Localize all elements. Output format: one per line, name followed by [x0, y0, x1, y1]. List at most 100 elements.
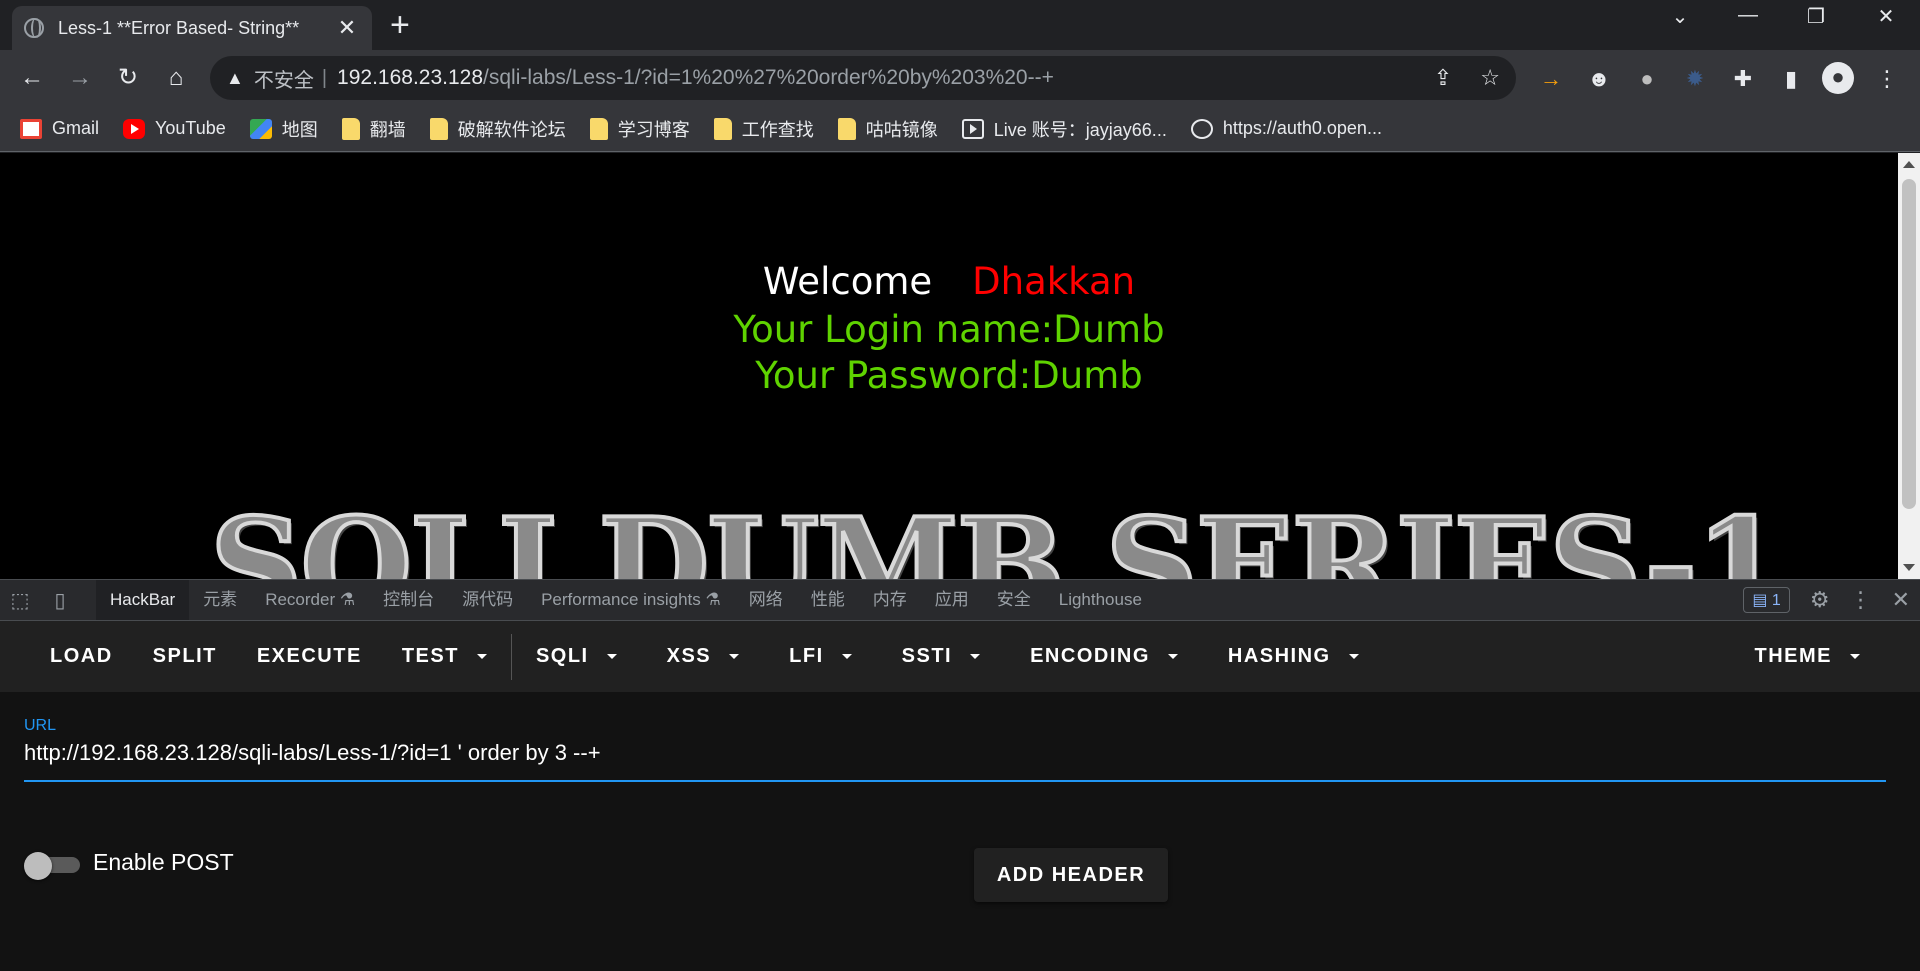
inspect-icon[interactable]: ⬚: [0, 588, 40, 613]
url-input[interactable]: http://192.168.23.128/sqli-labs/Less-1/?…: [24, 740, 601, 766]
split-button[interactable]: SPLIT: [133, 634, 237, 680]
window-close-button[interactable]: ✕: [1866, 4, 1906, 29]
browser-window: Less-1 **Error Based- String** ✕ + ⌄ — ❐…: [0, 0, 1920, 971]
sqli-dropdown[interactable]: SQLI: [516, 634, 637, 680]
bookmark-folder[interactable]: 咕咕镜像: [837, 116, 938, 142]
tab-close-icon[interactable]: ✕: [334, 15, 360, 41]
extensions-puzzle-icon[interactable]: ✚: [1728, 64, 1758, 94]
caret-down-icon: [1348, 654, 1359, 659]
bookmark-folder[interactable]: 破解软件论坛: [429, 116, 566, 142]
back-button[interactable]: ←: [16, 62, 48, 94]
address-bar[interactable]: ▲ 不安全 | 192.168.23.128 /sqli-labs/Less-1…: [210, 56, 1516, 100]
add-header-button[interactable]: ADD HEADER: [974, 848, 1168, 902]
encoding-dropdown[interactable]: ENCODING: [1010, 634, 1198, 680]
warning-icon[interactable]: ▲: [226, 68, 244, 89]
theme-dropdown[interactable]: THEME: [1735, 634, 1881, 680]
globe-icon: [24, 18, 44, 38]
bookmark-folder[interactable]: 翻墙: [341, 116, 406, 142]
url-host[interactable]: 192.168.23.128: [337, 66, 483, 90]
profile-avatar-icon[interactable]: ●: [1822, 62, 1854, 94]
tab-recorder[interactable]: Recorder ⚗: [251, 580, 369, 620]
folder-icon: [429, 117, 448, 140]
settings-gear-icon[interactable]: ⚙: [1810, 587, 1830, 613]
toolbar-divider: [510, 633, 512, 680]
tab-search-icon[interactable]: ⌄: [1660, 4, 1700, 29]
browser-toolbar: ← → ↻ ⌂ ▲ 不安全 | 192.168.23.128 /sqli-lab…: [0, 50, 1920, 106]
test-dropdown[interactable]: TEST: [382, 634, 507, 680]
tab-sources[interactable]: 源代码: [448, 580, 527, 620]
caret-down-icon: [841, 654, 852, 659]
tab-application[interactable]: 应用: [921, 580, 983, 620]
bookmark-folder[interactable]: 工作查找: [713, 116, 814, 142]
url-path[interactable]: /sqli-labs/Less-1/?id=1%20%27%20order%20…: [483, 66, 1054, 90]
bookmark-folder[interactable]: 学习博客: [589, 116, 690, 142]
tab-memory[interactable]: 内存: [859, 580, 921, 620]
tab-performance[interactable]: 性能: [797, 580, 859, 620]
extension-sphere-icon[interactable]: ●: [1632, 64, 1662, 94]
load-button[interactable]: LOAD: [30, 634, 133, 680]
page-scrollbar[interactable]: [1898, 153, 1920, 579]
tab-performance-insights[interactable]: Performance insights ⚗: [527, 580, 735, 620]
extension-arrow-icon[interactable]: →: [1536, 64, 1566, 94]
caret-down-icon: [729, 654, 740, 659]
side-panel-icon[interactable]: ▮: [1776, 64, 1806, 94]
caret-down-icon: [606, 654, 617, 659]
bookmark-openai[interactable]: https://auth0.open...: [1190, 118, 1382, 139]
bookmark-gmail[interactable]: Gmail: [20, 118, 99, 139]
youtube-icon: [123, 118, 146, 139]
play-icon: [961, 118, 984, 139]
devtools-menu-icon[interactable]: ⋮: [1850, 587, 1872, 613]
bookmark-star-icon[interactable]: ☆: [1480, 65, 1500, 91]
issues-badge[interactable]: ▤ 1: [1743, 587, 1790, 613]
tab-elements[interactable]: 元素: [189, 580, 251, 620]
devtools-actions: ▤ 1 ⚙ ⋮ ✕: [1743, 580, 1910, 620]
tab-console[interactable]: 控制台: [369, 580, 448, 620]
gmail-icon: [20, 118, 42, 139]
toggle-knob: [24, 852, 52, 880]
enable-post-label[interactable]: Enable POST: [93, 849, 234, 876]
hackbar-toolbar: LOAD SPLIT EXECUTE TEST SQLI XSS LFI SST…: [0, 621, 1920, 692]
url-input-underline: [24, 780, 1886, 782]
home-button[interactable]: ⌂: [160, 62, 192, 94]
security-label[interactable]: 不安全: [254, 64, 314, 93]
devtools-close-icon[interactable]: ✕: [1892, 587, 1910, 613]
bookmark-live[interactable]: Live 账号：jayjay66...: [961, 116, 1167, 142]
tab-network[interactable]: 网络: [735, 580, 797, 620]
device-toggle-icon[interactable]: ▯: [40, 588, 80, 613]
enable-post-toggle[interactable]: [24, 852, 80, 880]
page-content: Welcome Dhakkan Your Login name:Dumb Your…: [0, 153, 1898, 579]
scroll-up-icon[interactable]: [1903, 161, 1915, 168]
devtools-tab-bar: ⬚ ▯ HackBar 元素 Recorder ⚗ 控制台 源代码 Perfor…: [0, 579, 1920, 621]
bookmarks-bar: Gmail YouTube 地图 翻墙 破解软件论坛 学习博客 工作查找 咕咕镜…: [0, 106, 1920, 152]
restore-button[interactable]: ❐: [1796, 4, 1836, 29]
caret-down-icon: [476, 654, 487, 659]
ssti-dropdown[interactable]: SSTI: [882, 634, 1000, 680]
scroll-down-icon[interactable]: [1903, 564, 1915, 571]
url-field-label: URL: [24, 717, 57, 734]
tab-lighthouse[interactable]: Lighthouse: [1045, 580, 1156, 620]
lfi-dropdown[interactable]: LFI: [769, 634, 872, 680]
execute-button[interactable]: EXECUTE: [237, 634, 382, 680]
new-tab-button[interactable]: +: [390, 8, 410, 42]
minimize-button[interactable]: —: [1728, 4, 1768, 27]
series-banner: SQLI DUMB SERIES-1: [208, 489, 1787, 579]
tab-hackbar[interactable]: HackBar: [96, 580, 190, 620]
folder-icon: [589, 117, 608, 140]
hashing-dropdown[interactable]: HASHING: [1208, 634, 1379, 680]
extension-gear-icon[interactable]: ✹: [1680, 64, 1710, 94]
menu-kebab-icon[interactable]: ⋮: [1872, 64, 1902, 94]
xss-dropdown[interactable]: XSS: [647, 634, 760, 680]
share-icon[interactable]: ⇪: [1434, 65, 1452, 91]
tab-security[interactable]: 安全: [983, 580, 1045, 620]
bookmark-youtube[interactable]: YouTube: [123, 118, 226, 139]
browser-tab[interactable]: Less-1 **Error Based- String** ✕: [12, 6, 372, 50]
forward-button[interactable]: →: [64, 62, 96, 94]
folder-icon: [713, 117, 732, 140]
maps-icon: [249, 118, 272, 139]
caret-down-icon: [970, 654, 981, 659]
bookmark-maps[interactable]: 地图: [249, 116, 318, 142]
hackbar-body: URL http://192.168.23.128/sqli-labs/Less…: [0, 692, 1920, 971]
extension-mask-icon[interactable]: ☻: [1584, 64, 1614, 94]
reload-button[interactable]: ↻: [112, 62, 144, 94]
scroll-thumb[interactable]: [1902, 179, 1916, 509]
